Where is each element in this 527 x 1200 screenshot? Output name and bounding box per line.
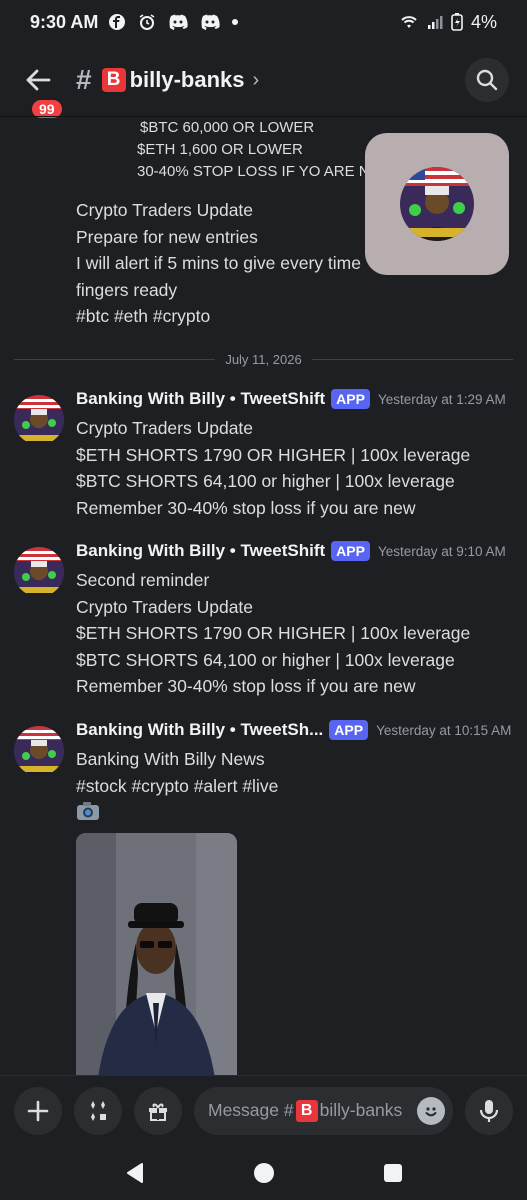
message-body: Second reminder Crypto Traders Update $E… bbox=[76, 567, 470, 700]
chevron-right-icon[interactable]: › bbox=[253, 69, 260, 92]
timestamp: Yesterday at 9:10 AM bbox=[377, 543, 506, 559]
channel-header: 99 # B billy-banks › bbox=[0, 44, 527, 120]
message-placeholder: Message # Bbilly-banks bbox=[208, 1099, 403, 1122]
battery-icon bbox=[451, 13, 463, 31]
system-navigation-bar bbox=[0, 1145, 527, 1200]
channel-b-emoji: B bbox=[101, 68, 126, 92]
message-line: Second reminder bbox=[76, 570, 210, 590]
gift-icon bbox=[149, 1103, 167, 1121]
more-notifications-dot bbox=[232, 19, 239, 25]
placeholder-prefix: Message # bbox=[208, 1100, 294, 1120]
discord-icon-2 bbox=[201, 14, 220, 30]
author-name[interactable]: Banking With Billy • TweetShift bbox=[76, 541, 325, 561]
back-arrow-icon bbox=[26, 69, 51, 91]
message-body: Crypto Traders Update $ETH SHORTS 1790 O… bbox=[76, 415, 470, 521]
search-button[interactable] bbox=[465, 58, 509, 102]
message-line: $ETH SHORTS 1790 OR HIGHER | 100x levera… bbox=[76, 623, 471, 643]
plus-icon bbox=[27, 1100, 49, 1121]
message-line: Prepare for new entries bbox=[76, 226, 258, 247]
message-line: Remember 30-40% stop loss if you are new bbox=[76, 497, 416, 518]
attachment-photo bbox=[76, 833, 237, 1075]
home-nav-icon[interactable] bbox=[253, 1162, 275, 1184]
continuation-message[interactable]: Crypto Traders Update Prepare for new en… bbox=[76, 197, 361, 330]
app-tag: APP bbox=[329, 720, 369, 740]
back-button[interactable]: 99 bbox=[18, 60, 64, 120]
author-name[interactable]: Banking With Billy • TweetSh... bbox=[76, 720, 323, 740]
embed-line: 30-40% STOP LOSS IF YO ARE NE bbox=[137, 163, 380, 180]
message-line: Crypto Traders Update bbox=[76, 200, 254, 220]
camera-icon bbox=[77, 802, 99, 820]
channel-name[interactable]: billy-banks bbox=[130, 67, 245, 93]
pip-avatar-image bbox=[400, 167, 474, 241]
message-input[interactable]: Message # Bbilly-banks bbox=[194, 1086, 453, 1135]
floating-avatar-window[interactable] bbox=[365, 133, 509, 275]
message-line: I will alert if 5 mins to give every tim… bbox=[76, 253, 361, 273]
battery-level: 4% bbox=[470, 11, 497, 32]
message-line: #btc #eth #crypto bbox=[76, 306, 211, 326]
add-attachment-button[interactable] bbox=[14, 1086, 62, 1135]
apps-icon bbox=[91, 1100, 106, 1121]
emoji-icon bbox=[425, 1106, 437, 1116]
message-line: $ETH SHORTS 1790 OR HIGHER | 100x levera… bbox=[76, 444, 471, 465]
message-line: Crypto Traders Update bbox=[76, 418, 254, 438]
channel-hash-icon: # bbox=[76, 64, 92, 95]
status-system-icons: 4% bbox=[399, 12, 497, 33]
signal-icon bbox=[427, 16, 443, 29]
avatar-image bbox=[14, 395, 64, 445]
voice-message-button[interactable] bbox=[465, 1086, 513, 1135]
app-tag: APP bbox=[331, 389, 370, 409]
avatar-image bbox=[14, 726, 64, 776]
message-composer: Message # Bbilly-banks bbox=[0, 1075, 527, 1145]
timestamp: Yesterday at 10:15 AM bbox=[376, 722, 512, 738]
avatar-image bbox=[14, 547, 64, 597]
message-line: #stock #crypto #alert #live bbox=[76, 775, 279, 796]
back-nav-icon[interactable] bbox=[124, 1162, 146, 1184]
placeholder-channel: billy-banks bbox=[319, 1100, 403, 1120]
status-time: 9:30 AM bbox=[30, 11, 99, 32]
embed-line: $ETH 1,600 OR LOWER bbox=[137, 141, 303, 158]
camera-emoji bbox=[76, 801, 278, 829]
discord-icon bbox=[169, 14, 188, 30]
message-line: fingers ready bbox=[76, 279, 178, 300]
avatar[interactable] bbox=[14, 726, 64, 776]
message-line: $BTC SHORTS 64,100 or higher | 100x leve… bbox=[76, 471, 455, 491]
status-bar: 9:30 AM 4% bbox=[0, 0, 527, 44]
alarm-icon bbox=[139, 14, 155, 30]
facebook-icon bbox=[109, 14, 126, 30]
avatar[interactable] bbox=[14, 395, 64, 445]
message-line: Crypto Traders Update bbox=[76, 596, 254, 617]
image-attachment[interactable] bbox=[76, 833, 237, 1075]
message-line: Remember 30-40% stop loss if you are new bbox=[76, 676, 416, 696]
emoji-button[interactable] bbox=[417, 1096, 445, 1125]
status-notification-icons bbox=[108, 13, 239, 31]
date-label: July 11, 2026 bbox=[225, 351, 302, 367]
recents-nav-icon[interactable] bbox=[382, 1162, 404, 1184]
message-header: Banking With Billy • TweetShift APP Yest… bbox=[76, 389, 506, 409]
avatar[interactable] bbox=[14, 547, 64, 597]
date-separator: July 11, 2026 bbox=[14, 349, 513, 369]
gift-button[interactable] bbox=[134, 1086, 182, 1135]
message-header: Banking With Billy • TweetShift APP Yest… bbox=[76, 541, 506, 561]
embed-continuation: $BTC 60,000 OR LOWER $ETH 1,600 OR LOWER… bbox=[137, 117, 380, 183]
apps-button[interactable] bbox=[74, 1086, 122, 1135]
search-icon bbox=[476, 69, 498, 91]
message-line: Banking With Billy News bbox=[76, 749, 265, 769]
microphone-icon bbox=[479, 1099, 499, 1122]
embed-line: $BTC 60,000 OR LOWER bbox=[140, 119, 315, 136]
placeholder-b-emoji: B bbox=[295, 1099, 318, 1122]
message-body: Banking With Billy News #stock #crypto #… bbox=[76, 746, 278, 829]
message-header: Banking With Billy • TweetSh... APP Yest… bbox=[76, 720, 511, 740]
timestamp: Yesterday at 1:29 AM bbox=[377, 391, 506, 407]
app-tag: APP bbox=[331, 541, 370, 561]
wifi-icon bbox=[401, 16, 417, 28]
author-name[interactable]: Banking With Billy • TweetShift bbox=[76, 389, 325, 409]
message-line: $BTC SHORTS 64,100 or higher | 100x leve… bbox=[76, 649, 455, 670]
